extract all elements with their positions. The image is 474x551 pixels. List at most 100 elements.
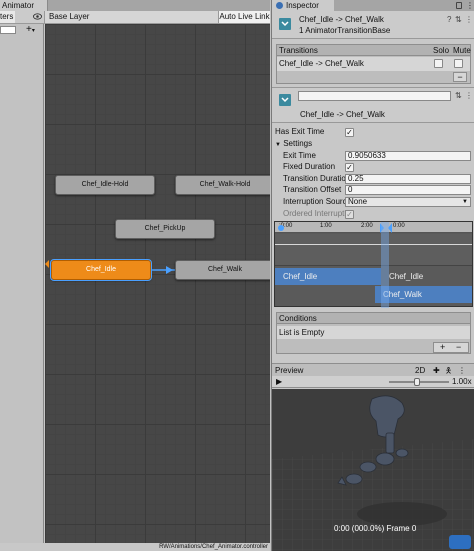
entry-arrow-icon: [45, 260, 49, 268]
transition-icon: [279, 94, 291, 106]
viewport-badge: [449, 535, 471, 549]
tab-animator[interactable]: Animator: [0, 0, 48, 11]
fixed-duration-checkbox[interactable]: ✓: [345, 163, 354, 172]
interruption-source-value: None: [348, 197, 368, 206]
more-options-icon[interactable]: ⋮: [466, 1, 474, 10]
state-node-label: Chef_PickUp: [144, 225, 186, 232]
state-node-chef-pickup[interactable]: Chef_PickUp: [115, 219, 215, 239]
source-clip-track-continued[interactable]: Chef_Idle: [381, 268, 472, 285]
mute-checkbox[interactable]: [454, 59, 463, 68]
state-node-chef-walk-hold[interactable]: Chef_Walk-Hold: [175, 175, 270, 195]
timeline-ruler: :0:00 1:00 2:00 0:00: [275, 222, 472, 233]
controller-path-text: RW/Animations/Chef_Animator.controller: [159, 544, 268, 550]
state-node-chef-idle[interactable]: Chef_Idle: [50, 259, 152, 281]
state-node-chef-walk[interactable]: Chef_Walk: [175, 260, 270, 280]
scrubber-icon[interactable]: [277, 224, 285, 232]
settings-foldout[interactable]: ▼ Settings: [275, 139, 312, 150]
transition-offset-field[interactable]: 0: [345, 185, 471, 195]
transitions-header: Transitions Solo Mute: [277, 45, 471, 56]
animator-toolbar: ters Base Layer Auto Live Link: [0, 11, 270, 24]
transitions-list: Transitions Solo Mute Chef_Idle -> Chef_…: [276, 44, 471, 84]
transition-row[interactable]: Chef_Idle -> Chef_Walk: [277, 57, 470, 71]
interruption-source-dropdown[interactable]: None ▼: [345, 197, 471, 207]
ordered-interruption-label: Ordered Interruptio: [283, 209, 351, 218]
ordered-interruption-checkbox: ✓: [345, 210, 354, 219]
solo-checkbox[interactable]: [434, 59, 443, 68]
context-menu-icon[interactable]: ⋮: [465, 15, 473, 24]
weight-line: [275, 244, 472, 245]
has-exit-time-checkbox[interactable]: ✓: [345, 128, 354, 137]
tab-inspector[interactable]: Inspector: [272, 0, 334, 11]
tick-label: 1:00: [320, 223, 332, 229]
transition-detail-header: ⇅ ⋮ Chef_Idle -> Chef_Walk: [272, 87, 474, 123]
transition-arrowhead-icon: [166, 266, 173, 274]
frame-readout: 0:00 (000.0%) Frame 0: [334, 524, 417, 533]
animator-tab-label: Animator: [2, 1, 35, 10]
exit-time-field[interactable]: 0.9050633: [345, 151, 471, 161]
inspector-tab-label: Inspector: [286, 1, 319, 10]
solo-column-label: Solo: [433, 46, 450, 55]
has-exit-time-label: Has Exit Time: [275, 127, 325, 136]
lock-icon[interactable]: [456, 2, 462, 9]
inspector-tabbar: Inspector ⋮: [272, 0, 474, 11]
conditions-buttons: + −: [433, 342, 469, 353]
remove-condition-button[interactable]: −: [456, 343, 461, 352]
triangle-down-icon: ▼: [275, 142, 281, 148]
context-menu-icon[interactable]: ⋮: [465, 91, 473, 100]
speed-value: 1.00x: [452, 377, 472, 386]
transition-duration-label: Transition Duratio: [283, 174, 346, 183]
state-node-chef-idle-hold[interactable]: Chef_Idle-Hold: [55, 175, 155, 195]
play-button[interactable]: ▶: [276, 377, 282, 387]
parameter-search-input[interactable]: [0, 26, 16, 34]
transition-timeline[interactable]: :0:00 1:00 2:00 0:00 Chef_Idle Chef_Idle…: [274, 221, 473, 308]
destination-clip-track[interactable]: Chef_Walk: [375, 286, 472, 303]
preview-playback-bar: ▶ 1.00x: [272, 376, 474, 388]
settings-label: Settings: [283, 139, 313, 148]
remove-transition-button[interactable]: −: [453, 72, 467, 82]
preview-header: Preview 2D ✚ 🯅 ⋮: [272, 363, 474, 376]
transition-name-input[interactable]: [298, 91, 451, 101]
transition-duration-field[interactable]: 0.25: [345, 174, 471, 184]
speed-slider-handle[interactable]: [414, 378, 420, 386]
help-icon[interactable]: ?: [447, 15, 451, 24]
exit-time-label: Exit Time: [283, 151, 316, 160]
preview-viewport[interactable]: 0:00 (000.0%) Frame 0: [272, 389, 474, 551]
parameters-panel: +▾: [0, 24, 44, 543]
state-node-label: Chef_Walk-Hold: [199, 181, 251, 188]
source-clip-track[interactable]: Chef_Idle: [275, 268, 389, 285]
breadcrumb-base-layer[interactable]: Base Layer: [44, 11, 218, 23]
presets-icon[interactable]: ⇅: [455, 91, 462, 100]
info-icon: [276, 2, 283, 9]
tick-label: 0:00: [393, 223, 405, 229]
state-machine-graph[interactable]: Chef_Idle-Hold Chef_Walk-Hold Chef_PickU…: [45, 24, 270, 543]
parameters-tab-label: ters: [0, 12, 14, 21]
source-clip-label: Chef_Idle: [389, 272, 424, 281]
header-subtitle: 1 AnimatorTransitionBase: [299, 26, 391, 35]
tab-parameters[interactable]: ters: [0, 11, 15, 23]
interruption-source-label: Interruption Source: [283, 197, 352, 206]
mute-column-label: Mute: [453, 46, 471, 55]
state-node-label: Chef_Walk: [208, 266, 242, 273]
presets-icon[interactable]: ⇅: [455, 15, 462, 24]
controller-path: RW/Animations/Chef_Animator.controller: [0, 543, 270, 551]
animator-window: Animator ters Base Layer Auto Live Link …: [0, 0, 270, 551]
timeline-curve-area: [275, 234, 472, 266]
conditions-header: Conditions: [277, 313, 470, 324]
auto-live-link-button[interactable]: Auto Live Link: [218, 11, 270, 23]
header-title: Chef_Idle -> Chef_Walk: [299, 15, 384, 24]
chevron-down-icon: ▼: [462, 199, 468, 205]
add-condition-button[interactable]: +: [440, 343, 445, 352]
minus-icon: −: [457, 72, 463, 82]
add-parameter-button[interactable]: +▾: [26, 25, 35, 36]
tick-label: 2:00: [361, 223, 373, 229]
transition-title: Chef_Idle -> Chef_Walk: [300, 110, 385, 119]
conditions-empty-row: List is Empty: [277, 326, 470, 339]
transition-offset-label: Transition Offset: [283, 185, 342, 194]
eye-icon[interactable]: [33, 13, 42, 20]
conditions-title: Conditions: [279, 314, 317, 323]
state-node-label: Chef_Idle-Hold: [81, 181, 129, 188]
transition-row-label: Chef_Idle -> Chef_Walk: [279, 59, 364, 68]
transition-arrows: [45, 260, 175, 274]
inspector-header: Chef_Idle -> Chef_Walk 1 AnimatorTransit…: [272, 11, 474, 39]
transition-icon: [279, 18, 291, 30]
